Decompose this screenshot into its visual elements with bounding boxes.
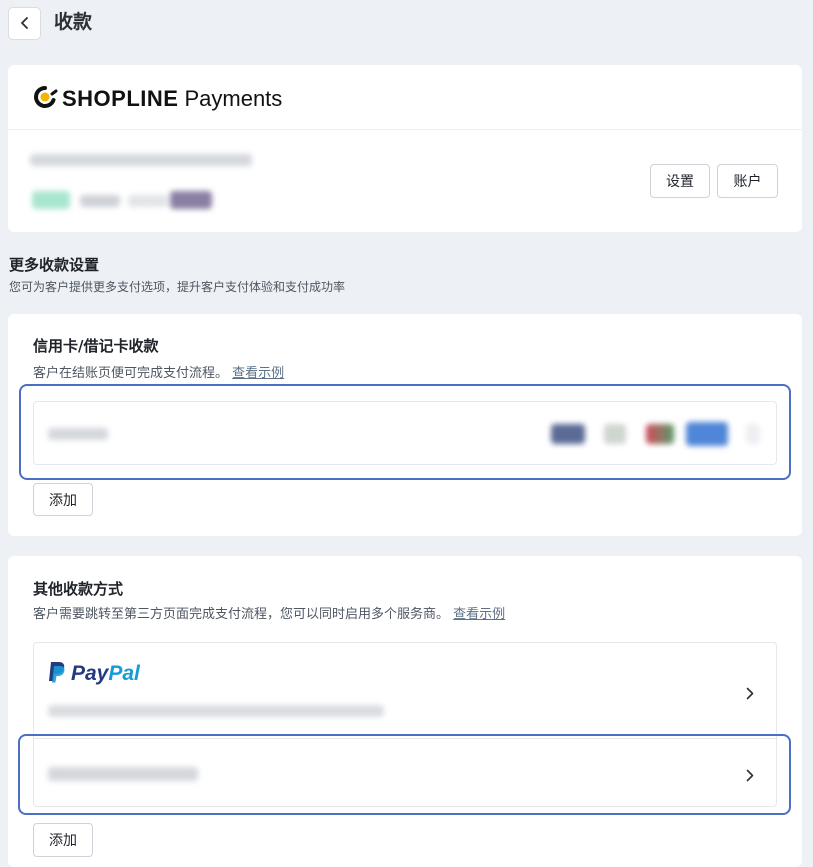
view-example-link[interactable]: 查看示例	[232, 366, 284, 381]
highlight-box	[18, 734, 791, 815]
other-payments-description: 客户需要跳转至第三方页面完成支付流程，您可以同时启用多个服务商。 查看示例	[33, 607, 506, 622]
card-payments-description: 客户在结账页便可完成支付流程。 查看示例	[33, 366, 285, 381]
page-title: 收款	[54, 11, 93, 33]
add-other-payment-button[interactable]: 添加	[33, 823, 93, 857]
shopline-payments-card: SHOPLINE Payments 设置 账户	[8, 65, 802, 232]
payments-brand-text: Payments	[184, 86, 283, 111]
settings-button[interactable]: 设置	[650, 164, 710, 198]
divider	[8, 129, 802, 130]
other-payments-card: 其他收款方式 客户需要跳转至第三方页面完成支付流程，您可以同时启用多个服务商。 …	[8, 556, 802, 867]
card-payments-card: 信用卡/借记卡收款 客户在结账页便可完成支付流程。 查看示例 添加	[8, 314, 802, 536]
paypal-logo: Pay Pal	[48, 661, 140, 687]
blurred-badge	[170, 191, 212, 209]
paypal-brand-pal: Pal	[108, 662, 140, 685]
card-payments-title: 信用卡/借记卡收款	[33, 337, 159, 355]
blurred-status-badge	[32, 191, 70, 209]
other-payments-title: 其他收款方式	[33, 580, 124, 598]
blurred-text	[80, 195, 120, 207]
blurred-text	[128, 195, 168, 207]
view-example-link[interactable]: 查看示例	[453, 607, 505, 622]
more-settings-title: 更多收款设置	[9, 256, 100, 274]
paypal-brand-pay: Pay	[71, 662, 109, 685]
chevron-right-icon[interactable]	[746, 685, 754, 704]
account-button[interactable]: 账户	[717, 164, 778, 198]
blurred-account-id	[30, 154, 252, 166]
blurred-paypal-account	[48, 705, 384, 717]
add-card-payment-button[interactable]: 添加	[33, 483, 93, 516]
highlight-box	[19, 384, 791, 480]
shopline-logo-icon	[32, 85, 58, 113]
more-settings-description: 您可为客户提供更多支付选项，提升客户支付体验和支付成功率	[9, 280, 346, 294]
paypal-icon	[48, 661, 66, 687]
shopline-brand-text: SHOPLINE	[62, 86, 179, 111]
paypal-row[interactable]: Pay Pal	[34, 643, 778, 739]
chevron-left-icon	[19, 14, 31, 33]
shopline-payments-logo: SHOPLINE Payments	[32, 85, 282, 113]
back-button[interactable]	[8, 7, 41, 40]
